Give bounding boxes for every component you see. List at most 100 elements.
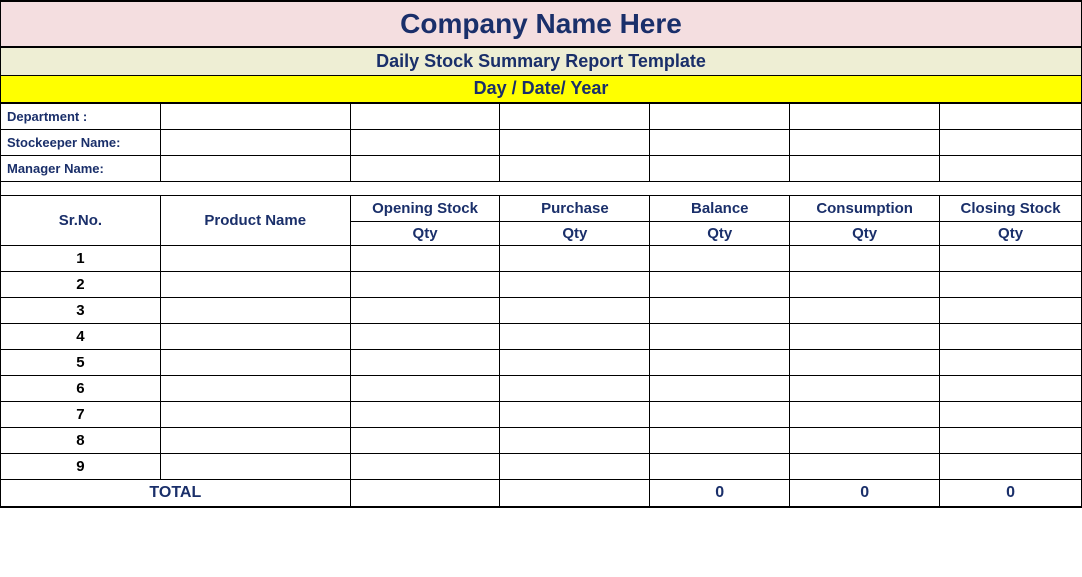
- cell[interactable]: [500, 155, 650, 181]
- consumption-cell[interactable]: [790, 375, 940, 401]
- srno-cell[interactable]: 5: [1, 349, 161, 375]
- consumption-cell[interactable]: [790, 349, 940, 375]
- purchase-cell[interactable]: [500, 401, 650, 427]
- cell[interactable]: [650, 155, 790, 181]
- balance-cell[interactable]: [650, 427, 790, 453]
- company-title[interactable]: Company Name Here: [1, 1, 1082, 47]
- srno-cell[interactable]: 9: [1, 453, 161, 479]
- purchase-cell[interactable]: [500, 375, 650, 401]
- closing-cell[interactable]: [940, 453, 1082, 479]
- cell[interactable]: [650, 129, 790, 155]
- srno-cell[interactable]: 7: [1, 401, 161, 427]
- product-cell[interactable]: [160, 401, 350, 427]
- product-cell[interactable]: [160, 349, 350, 375]
- total-purchase[interactable]: [500, 479, 650, 507]
- balance-cell[interactable]: [650, 375, 790, 401]
- cell[interactable]: [350, 103, 500, 129]
- total-consumption[interactable]: 0: [790, 479, 940, 507]
- balance-cell[interactable]: [650, 401, 790, 427]
- closing-cell[interactable]: [940, 323, 1082, 349]
- cell[interactable]: [940, 129, 1082, 155]
- cell[interactable]: [790, 103, 940, 129]
- opening-cell[interactable]: [350, 375, 500, 401]
- srno-cell[interactable]: 2: [1, 271, 161, 297]
- consumption-cell[interactable]: [790, 427, 940, 453]
- opening-cell[interactable]: [350, 427, 500, 453]
- product-cell[interactable]: [160, 453, 350, 479]
- opening-cell[interactable]: [350, 297, 500, 323]
- manager-value[interactable]: [160, 155, 350, 181]
- balance-cell[interactable]: [650, 245, 790, 271]
- cell[interactable]: [500, 129, 650, 155]
- purchase-cell[interactable]: [500, 245, 650, 271]
- purchase-cell[interactable]: [500, 271, 650, 297]
- srno-cell[interactable]: 6: [1, 375, 161, 401]
- consumption-cell[interactable]: [790, 453, 940, 479]
- balance-cell[interactable]: [650, 297, 790, 323]
- cell[interactable]: [940, 181, 1082, 195]
- balance-cell[interactable]: [650, 349, 790, 375]
- consumption-cell[interactable]: [790, 323, 940, 349]
- product-cell[interactable]: [160, 245, 350, 271]
- srno-cell[interactable]: 4: [1, 323, 161, 349]
- opening-cell[interactable]: [350, 245, 500, 271]
- consumption-cell[interactable]: [790, 297, 940, 323]
- table-row: 6: [1, 375, 1082, 401]
- closing-cell[interactable]: [940, 427, 1082, 453]
- srno-cell[interactable]: 8: [1, 427, 161, 453]
- report-subtitle: Daily Stock Summary Report Template: [1, 47, 1082, 75]
- total-closing[interactable]: 0: [940, 479, 1082, 507]
- product-cell[interactable]: [160, 427, 350, 453]
- opening-cell[interactable]: [350, 349, 500, 375]
- srno-cell[interactable]: 3: [1, 297, 161, 323]
- closing-cell[interactable]: [940, 401, 1082, 427]
- balance-cell[interactable]: [650, 323, 790, 349]
- cell[interactable]: [940, 103, 1082, 129]
- closing-cell[interactable]: [940, 245, 1082, 271]
- cell[interactable]: [350, 155, 500, 181]
- cell[interactable]: [650, 103, 790, 129]
- purchase-cell[interactable]: [500, 323, 650, 349]
- cell[interactable]: [160, 181, 350, 195]
- cell[interactable]: [650, 181, 790, 195]
- total-opening[interactable]: [350, 479, 500, 507]
- total-balance[interactable]: 0: [650, 479, 790, 507]
- opening-cell[interactable]: [350, 401, 500, 427]
- closing-cell[interactable]: [940, 271, 1082, 297]
- consumption-cell[interactable]: [790, 245, 940, 271]
- cell[interactable]: [940, 155, 1082, 181]
- opening-cell[interactable]: [350, 271, 500, 297]
- opening-cell[interactable]: [350, 323, 500, 349]
- date-label[interactable]: Day / Date/ Year: [1, 75, 1082, 103]
- purchase-cell[interactable]: [500, 427, 650, 453]
- subtitle-row: Daily Stock Summary Report Template: [1, 47, 1082, 75]
- cell[interactable]: [790, 155, 940, 181]
- product-cell[interactable]: [160, 271, 350, 297]
- balance-cell[interactable]: [650, 271, 790, 297]
- header-product: Product Name: [160, 195, 350, 245]
- cell[interactable]: [1, 181, 161, 195]
- cell[interactable]: [350, 129, 500, 155]
- cell[interactable]: [790, 129, 940, 155]
- purchase-cell[interactable]: [500, 297, 650, 323]
- balance-cell[interactable]: [650, 453, 790, 479]
- consumption-cell[interactable]: [790, 271, 940, 297]
- opening-cell[interactable]: [350, 453, 500, 479]
- consumption-cell[interactable]: [790, 401, 940, 427]
- product-cell[interactable]: [160, 297, 350, 323]
- closing-cell[interactable]: [940, 375, 1082, 401]
- closing-cell[interactable]: [940, 297, 1082, 323]
- header-qty: Qty: [940, 221, 1082, 245]
- cell[interactable]: [350, 181, 500, 195]
- cell[interactable]: [500, 181, 650, 195]
- srno-cell[interactable]: 1: [1, 245, 161, 271]
- stockkeeper-value[interactable]: [160, 129, 350, 155]
- product-cell[interactable]: [160, 375, 350, 401]
- closing-cell[interactable]: [940, 349, 1082, 375]
- cell[interactable]: [500, 103, 650, 129]
- product-cell[interactable]: [160, 323, 350, 349]
- department-value[interactable]: [160, 103, 350, 129]
- purchase-cell[interactable]: [500, 453, 650, 479]
- purchase-cell[interactable]: [500, 349, 650, 375]
- cell[interactable]: [790, 181, 940, 195]
